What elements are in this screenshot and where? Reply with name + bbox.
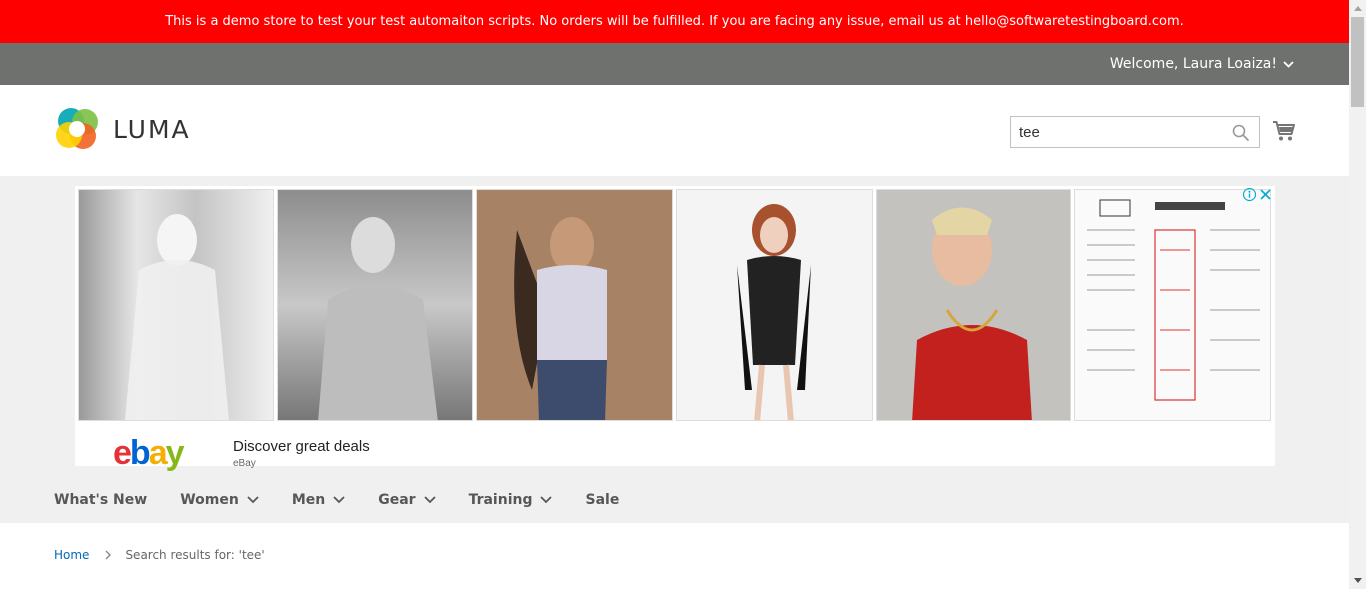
minicart-button[interactable]	[1272, 120, 1296, 146]
nav-item-women[interactable]: Women	[180, 492, 259, 508]
ad-product-image[interactable]	[876, 189, 1071, 421]
ebay-logo: ebay	[113, 434, 185, 472]
logo-text: LUMA	[113, 114, 191, 144]
ebay-ad[interactable]: ebay Discover great deals eBay	[75, 186, 1275, 472]
advertisement-area: ebay Discover great deals eBay	[0, 176, 1349, 523]
info-icon[interactable]	[1243, 188, 1256, 201]
demo-store-notice-text: This is a demo store to test your test a…	[165, 14, 1184, 29]
chevron-down-icon	[540, 496, 553, 504]
ad-choices[interactable]	[1243, 188, 1272, 201]
nav-item-label: Men	[291, 492, 326, 508]
welcome-text: Welcome, Laura Loaiza!	[1109, 56, 1277, 72]
nav-item-men[interactable]: Men	[292, 492, 345, 508]
nav-item-label: Sale	[585, 492, 620, 508]
main-navigation: What's New Women Men Gear Training Sale	[0, 477, 1349, 523]
luma-logo-icon	[56, 108, 98, 149]
nav-item-label: Gear	[378, 492, 416, 508]
nav-item-label: Training	[468, 492, 533, 508]
luma-logo[interactable]: LUMA	[54, 106, 191, 152]
ad-product-image[interactable]	[476, 189, 673, 421]
search-box	[1010, 116, 1260, 148]
chevron-down-icon	[247, 496, 259, 504]
nav-item-whats-new[interactable]: What's New	[54, 492, 147, 508]
nav-item-gear[interactable]: Gear	[378, 492, 436, 508]
demo-store-notice: This is a demo store to test your test a…	[0, 0, 1349, 43]
chevron-right-icon	[105, 550, 112, 560]
scroll-down-arrow-icon[interactable]	[1349, 572, 1366, 589]
chevron-down-icon	[333, 496, 345, 504]
page-header: LUMA	[0, 85, 1349, 176]
scrollbar-thumb[interactable]	[1351, 17, 1364, 107]
customer-welcome-menu[interactable]: Welcome, Laura Loaiza!	[1110, 43, 1294, 85]
ad-product-image[interactable]	[1074, 189, 1271, 421]
scroll-up-arrow-icon[interactable]	[1349, 0, 1366, 17]
nav-item-label: Women	[180, 492, 239, 508]
search-icon[interactable]	[1232, 124, 1250, 146]
close-icon[interactable]	[1259, 188, 1272, 201]
breadcrumb-home-link[interactable]: Home	[54, 548, 89, 562]
nav-item-sale[interactable]: Sale	[585, 492, 619, 508]
ad-product-image[interactable]	[676, 189, 873, 421]
nav-item-label: What's New	[54, 492, 148, 508]
nav-item-training[interactable]: Training	[469, 492, 553, 508]
breadcrumb: Home Search results for: 'tee'	[54, 548, 265, 562]
ad-advertiser: eBay	[233, 458, 256, 469]
ad-headline[interactable]: Discover great deals	[233, 438, 370, 455]
page-scrollbar[interactable]	[1349, 0, 1366, 589]
ad-product-image[interactable]	[78, 189, 274, 421]
ad-product-image[interactable]	[277, 189, 473, 421]
search-input[interactable]	[1011, 123, 1226, 141]
cart-icon	[1273, 121, 1295, 141]
top-bar: Welcome, Laura Loaiza!	[0, 43, 1349, 85]
breadcrumb-current: Search results for: 'tee'	[125, 548, 265, 562]
chevron-down-icon	[423, 496, 436, 504]
chevron-down-icon	[1283, 60, 1294, 68]
